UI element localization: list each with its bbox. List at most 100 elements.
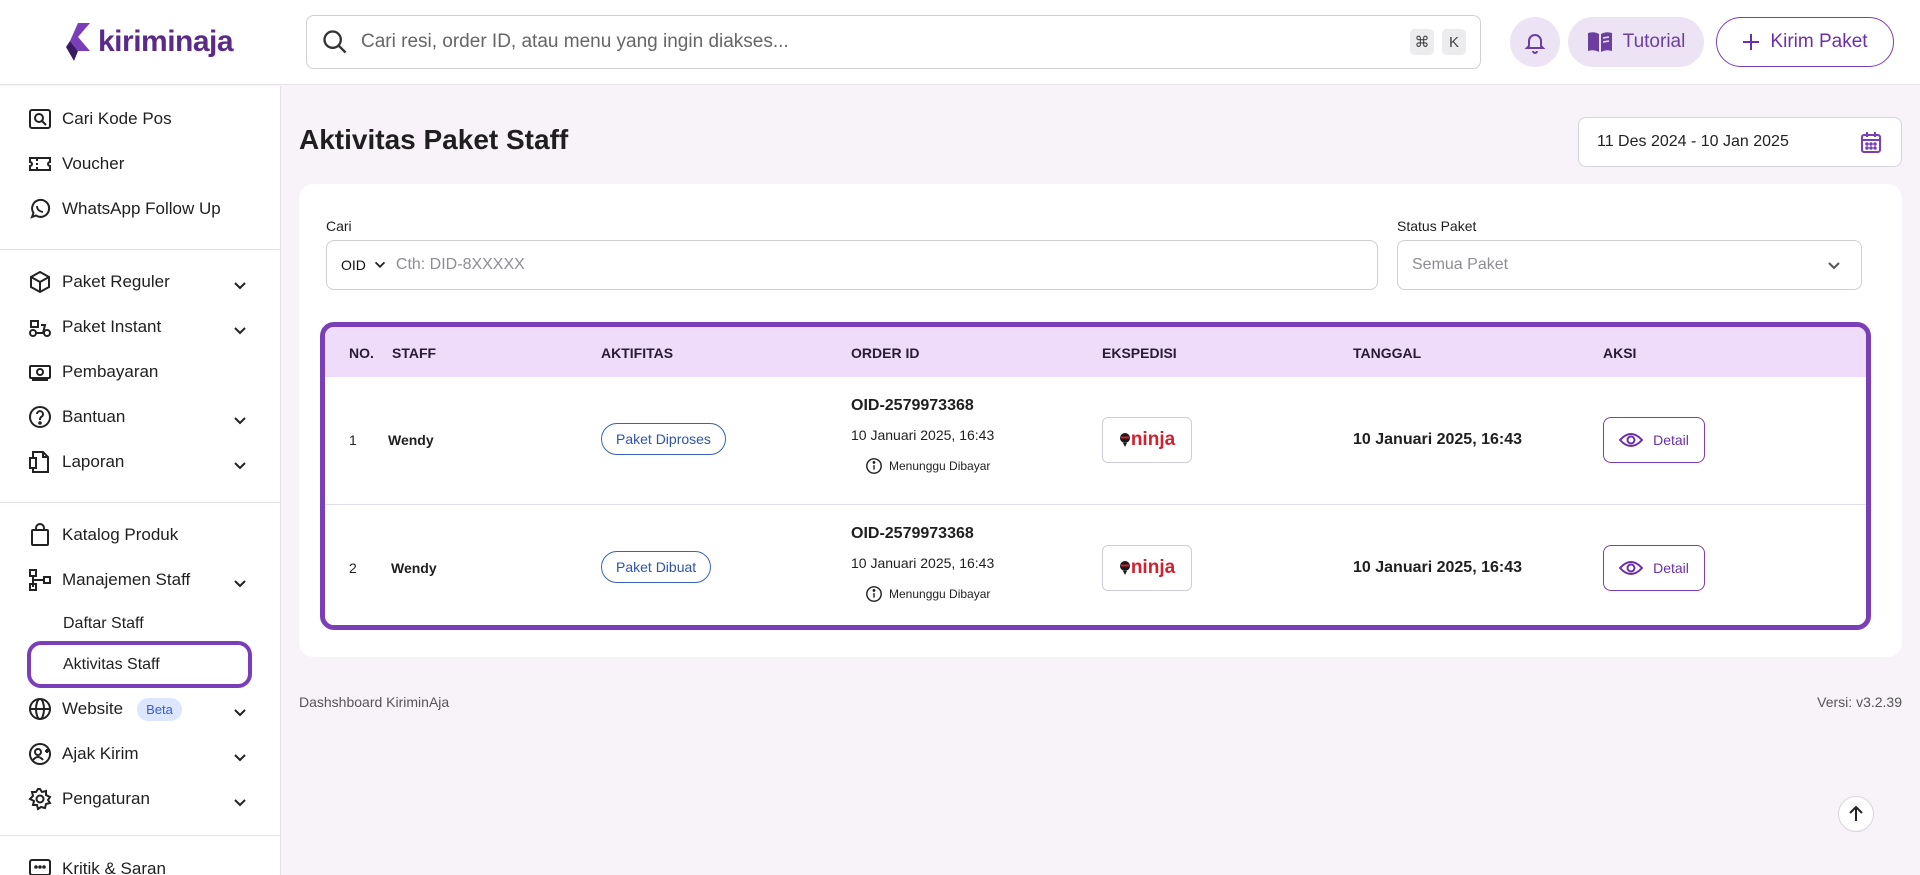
row-tanggal: 10 Januari 2025, 16:43 [1353, 559, 1523, 576]
globe-icon [28, 697, 52, 721]
ninja-xpress-logo: ninja [1119, 557, 1175, 579]
shortcut-cmd: ⌘ [1410, 29, 1434, 55]
chevron-down-icon[interactable] [372, 257, 388, 273]
kirim-paket-button[interactable]: Kirim Paket [1716, 17, 1894, 67]
aktifitas-badge: Paket Diproses [601, 423, 726, 455]
chevron-down-icon[interactable] [231, 794, 249, 812]
sidebar-item-paket-reguler[interactable]: Paket Reguler [28, 267, 170, 297]
courier-logo: ninja [1102, 545, 1192, 591]
kirim-paket-label: Kirim Paket [1770, 31, 1868, 52]
sidebar-item-label: Paket Reguler [62, 272, 170, 291]
chevron-down-icon[interactable] [231, 457, 249, 475]
detail-button[interactable]: Detail [1603, 417, 1705, 463]
chevron-down-icon[interactable] [231, 704, 249, 722]
cari-field[interactable]: OID Cth: DID-8XXXXX [326, 240, 1378, 290]
col-order-id: ORDER ID [851, 345, 920, 361]
date-range-picker[interactable]: 11 Des 2024 - 10 Jan 2025 [1578, 117, 1902, 167]
chat-icon [28, 857, 52, 875]
sidebar-item-manajemen-staff[interactable]: Manajemen Staff [28, 565, 190, 595]
notification-button[interactable] [1510, 17, 1560, 67]
box-icon [28, 270, 52, 294]
footer-brand: Dashshboard KiriminAja [299, 694, 450, 710]
chevron-down-icon[interactable] [231, 322, 249, 340]
order-status: Menunggu Dibayar [865, 457, 990, 475]
sidebar-divider [0, 835, 281, 836]
row-staff: Wendy [391, 560, 437, 576]
sidebar-item-pengaturan[interactable]: Pengaturan [28, 784, 150, 814]
beta-badge: Beta [137, 697, 182, 721]
sidebar-item-ajak-kirim[interactable]: Ajak Kirim [28, 739, 139, 769]
activity-card: Cari OID Cth: DID-8XXXXX Status Paket Se… [299, 184, 1902, 657]
sidebar-item-label: Katalog Produk [62, 525, 179, 544]
table-header: NO. STAFF AKTIFITAS ORDER ID EKSPEDISI T… [325, 327, 1866, 377]
footer-version: Versi: v3.2.39 [1817, 694, 1902, 710]
detail-label: Detail [1653, 560, 1689, 576]
scroll-to-top-button[interactable] [1838, 796, 1874, 832]
ninja-xpress-logo: ninja [1119, 429, 1175, 451]
sidebar-item-paket-instant[interactable]: Paket Instant [28, 312, 161, 342]
activity-table: NO. STAFF AKTIFITAS ORDER ID EKSPEDISI T… [320, 322, 1871, 630]
search-input[interactable] [361, 31, 1402, 53]
global-search[interactable]: ⌘ K [306, 15, 1481, 69]
sidebar-item-voucher[interactable]: Voucher [28, 149, 124, 179]
sidebar-item-whatsapp-follow-up[interactable]: WhatsApp Follow Up [28, 194, 221, 224]
top-header: kiriminaja ⌘ K Tutorial Kirim Paket [0, 0, 1920, 85]
whatsapp-icon [28, 197, 52, 221]
sidebar-item-label: Voucher [62, 154, 125, 173]
tutorial-button[interactable]: Tutorial [1568, 17, 1704, 67]
status-paket-value: Semua Paket [1412, 256, 1509, 273]
order-date: 10 Januari 2025, 16:43 [851, 427, 995, 443]
plus-icon [1743, 34, 1760, 50]
row-tanggal: 10 Januari 2025, 16:43 [1353, 431, 1523, 448]
sidebar-item-laporan[interactable]: Laporan [28, 447, 124, 477]
detail-button[interactable]: Detail [1603, 545, 1705, 591]
courier-logo: ninja [1102, 417, 1192, 463]
order-id[interactable]: OID-2579973368 [851, 525, 974, 543]
chevron-down-icon[interactable] [231, 277, 249, 295]
sidebar-item-katalog-produk[interactable]: Katalog Produk [28, 520, 178, 550]
table-row: 2 Wendy Paket Dibuat OID-2579973368 10 J… [325, 504, 1866, 625]
cari-input-placeholder[interactable]: Cth: DID-8XXXXX [396, 256, 525, 274]
sidebar-item-label: Bantuan [62, 407, 126, 426]
order-status: Menunggu Dibayar [865, 585, 990, 603]
oid-prefix-select[interactable]: OID [341, 257, 366, 273]
info-icon [866, 586, 882, 602]
row-no: 2 [349, 560, 357, 576]
sidebar-item-website[interactable]: Website Beta [28, 694, 182, 724]
chevron-down-icon[interactable] [231, 575, 249, 593]
date-range-value: 11 Des 2024 - 10 Jan 2025 [1597, 133, 1789, 150]
order-date: 10 Januari 2025, 16:43 [851, 555, 995, 571]
order-status-text: Menunggu Dibayar [889, 459, 991, 473]
sidebar-item-label: WhatsApp Follow Up [62, 199, 221, 218]
chevron-down-icon [1828, 262, 1840, 270]
row-no: 1 [349, 432, 357, 448]
sidebar-subitem-aktivitas-staff[interactable]: Aktivitas Staff [63, 656, 160, 674]
chevron-down-icon[interactable] [231, 749, 249, 767]
sidebar-item-bantuan[interactable]: Bantuan [28, 402, 125, 432]
ninja-mark-icon [1119, 433, 1130, 447]
sidebar-subitem-daftar-staff[interactable]: Daftar Staff [63, 615, 144, 633]
sidebar-divider [0, 502, 281, 503]
ninja-mark-icon [1119, 561, 1130, 575]
sidebar-item-kritik-saran[interactable]: Kritik & Saran [28, 854, 166, 875]
bag-icon [28, 523, 52, 547]
eye-icon [1619, 561, 1644, 575]
row-staff: Wendy [388, 432, 434, 448]
status-paket-label: Status Paket [1397, 218, 1477, 234]
sidebar-item-cari-kode-pos[interactable]: Cari Kode Pos [28, 104, 172, 134]
aktifitas-badge: Paket Dibuat [601, 551, 712, 583]
courier-name: ninja [1130, 557, 1176, 578]
ticket-icon [28, 152, 52, 176]
courier-name: ninja [1130, 429, 1176, 450]
sidebar-item-pembayaran[interactable]: Pembayaran [28, 357, 158, 387]
chevron-down-icon[interactable] [231, 412, 249, 430]
help-icon [28, 405, 52, 429]
brand-logo[interactable]: kiriminaja [64, 20, 234, 64]
sidebar: Cari Kode Pos Voucher WhatsApp Follow Up… [0, 86, 281, 875]
status-paket-select[interactable]: Semua Paket [1397, 240, 1862, 290]
order-id[interactable]: OID-2579973368 [851, 397, 974, 415]
page-title: Aktivitas Paket Staff [299, 124, 569, 155]
sidebar-item-label: Cari Kode Pos [62, 109, 172, 128]
search-icon [323, 30, 347, 54]
detail-label: Detail [1653, 432, 1689, 448]
